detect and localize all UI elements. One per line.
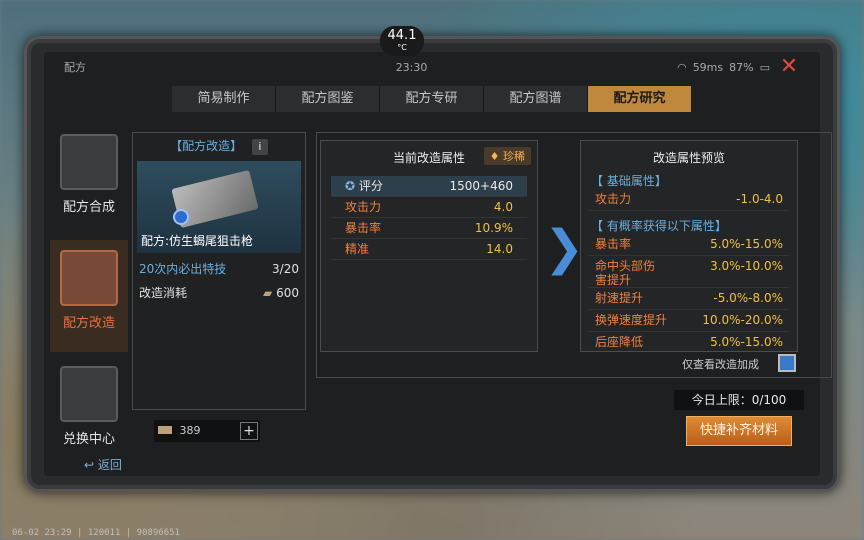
- preview-title: 改造属性预览: [652, 151, 725, 165]
- current-attributes: 当前改造属性 ♦ 珍稀 ✪ 评分 1500+460 攻击力 4.0 暴击率 10…: [320, 140, 538, 352]
- chance-section-label: 【 有概率获得以下属性】: [591, 219, 727, 233]
- clock: 23:30: [395, 60, 428, 74]
- attr-value: 14.0: [486, 242, 513, 256]
- attr-value: 5.0%-15.0%: [710, 237, 783, 251]
- tab-recipe-map[interactable]: 配方图谱: [484, 86, 588, 112]
- sidebar-item-label: 配方改造: [62, 316, 115, 331]
- attr-key: 攻击力: [595, 192, 632, 206]
- tab-recipe-study[interactable]: 配方专研: [380, 86, 484, 112]
- close-icon[interactable]: ✕: [778, 56, 800, 78]
- quality-badge-icon: [173, 209, 189, 225]
- guarantee-value: 3/20: [272, 262, 299, 276]
- preview-row: 换弹速度提升 10.0%-20.0%: [589, 310, 789, 332]
- preview-row: 暴击率 5.0%-15.0%: [589, 234, 789, 256]
- attr-value: -5.0%-8.0%: [713, 291, 783, 305]
- attr-value: 10.9%: [474, 221, 513, 235]
- battery: 87%: [729, 60, 754, 74]
- attr-key: 命中头部伤害提升: [595, 259, 656, 287]
- daily-limit: 今日上限：0/100: [674, 390, 804, 410]
- preview-attributes: 改造属性预览 【 基础属性】 攻击力 -1.0-4.0 【 有概率获得以下属性】…: [580, 140, 798, 352]
- only-view-checkbox[interactable]: [778, 354, 796, 372]
- attr-value: 1500+460: [449, 179, 514, 193]
- guarantee-row: 20次内必出特技 3/20: [133, 259, 305, 279]
- back-icon: ↩: [84, 458, 95, 472]
- sidebar: 配方合成 配方改造 兑换中心: [50, 124, 128, 454]
- machine-icon: [60, 134, 118, 190]
- attr-key: 暴击率: [345, 221, 382, 235]
- sidebar-item-label: 配方合成: [62, 200, 115, 215]
- gem-icon: ♦: [489, 150, 500, 163]
- current-rows: ✪ 评分 1500+460 攻击力 4.0 暴击率 10.9% 精准 14.0: [321, 176, 537, 260]
- preview-row: 命中头部伤害提升 3.0%-10.0%: [589, 256, 789, 288]
- sidebar-item-label: 兑换中心: [62, 432, 115, 447]
- status-right: ◠ 59ms 87% ▭: [677, 61, 770, 74]
- rarity-badge: ♦ 珍稀: [483, 147, 531, 165]
- temperature-unit: °C: [397, 43, 407, 52]
- attr-key: 后座降低: [595, 335, 644, 349]
- attr-key: 精准: [345, 242, 370, 256]
- cost-value-wrap: ▰ 600: [263, 283, 299, 303]
- tab-recipe-research[interactable]: 配方研究: [588, 86, 692, 112]
- sidebar-item-exchange[interactable]: 兑换中心: [50, 356, 128, 468]
- recipe-panel: 配方 23:30 ◠ 59ms 87% ▭ ✕ 简易制作 配方图鉴 配方专研 配…: [44, 52, 832, 476]
- card-title: 【配方改造】 i: [133, 137, 305, 155]
- preview-row: 射速提升 -5.0%-8.0%: [589, 288, 789, 310]
- attr-value: -1.0-4.0: [736, 192, 783, 206]
- preview-row: 后座降低 5.0%-15.0%: [589, 332, 789, 351]
- attr-key: ✪ 评分: [345, 179, 383, 193]
- info-icon[interactable]: i: [251, 139, 268, 155]
- chevron-right-icon: ❯: [544, 220, 585, 276]
- material-count: 389: [179, 424, 201, 437]
- attr-row: 精准 14.0: [331, 239, 527, 260]
- ping: 59ms: [692, 60, 724, 74]
- tab-bar: 简易制作 配方图鉴 配方专研 配方图谱 配方研究: [172, 86, 692, 112]
- material-icon: [158, 426, 172, 434]
- status-bar: 配方 23:30 ◠ 59ms 87% ▭: [44, 52, 820, 82]
- card-title-text: 【配方改造】: [170, 139, 243, 153]
- cost-value: 600: [276, 286, 299, 300]
- recipe-modify-card: 【配方改造】 i 配方:仿生蝎尾狙击枪 20次内必出特技 3/20 改造消耗 ▰…: [132, 132, 306, 410]
- only-view-label: 仅查看改造加成: [682, 358, 759, 371]
- back-label: 返回: [97, 458, 122, 472]
- attr-key: 射速提升: [595, 291, 644, 305]
- attr-value: 4.0: [493, 200, 513, 214]
- weapon-card[interactable]: 配方:仿生蝎尾狙击枪: [137, 161, 301, 253]
- attr-value: 10.0%-20.0%: [702, 313, 783, 327]
- tab-recipe-catalog[interactable]: 配方图鉴: [276, 86, 380, 112]
- temperature-badge: 44.1 °C: [380, 26, 424, 56]
- battery-icon: ▭: [759, 60, 770, 74]
- attr-row: 攻击力 4.0: [331, 197, 527, 218]
- cost-label: 改造消耗: [139, 286, 188, 300]
- attr-value: 3.0%-10.0%: [710, 259, 783, 273]
- attr-value: 5.0%-15.0%: [710, 335, 783, 349]
- attr-key: 暴击率: [595, 237, 632, 251]
- rarity-label: 珍稀: [503, 150, 525, 163]
- weapon-name: 配方:仿生蝎尾狙击枪: [141, 234, 254, 248]
- attr-row: 暴击率 10.9%: [331, 218, 527, 239]
- blueprint-icon: [60, 250, 118, 306]
- shopping-bag-icon: [60, 366, 118, 422]
- add-material-button[interactable]: +: [240, 422, 258, 440]
- back-button[interactable]: ↩ 返回: [84, 456, 122, 473]
- sidebar-item-synthesis[interactable]: 配方合成: [50, 124, 128, 236]
- attr-key: 换弹速度提升: [595, 313, 668, 327]
- device-info: 06-02 23:29 | 120011 | 90896651: [12, 528, 180, 538]
- attr-row: ✪ 评分 1500+460: [331, 176, 527, 197]
- cost-row: 改造消耗 ▰ 600: [133, 283, 305, 303]
- tab-simple-craft[interactable]: 简易制作: [172, 86, 276, 112]
- base-section-label: 【 基础属性】: [591, 174, 667, 188]
- quick-refill-button[interactable]: 快捷补齐材料: [686, 416, 792, 446]
- score-icon: ✪: [345, 179, 356, 193]
- wifi-icon: ◠: [677, 60, 687, 74]
- guarantee-label: 20次内必出特技: [139, 262, 227, 276]
- sidebar-item-modify[interactable]: 配方改造: [50, 240, 128, 352]
- panel-title: 配方: [64, 61, 86, 74]
- temperature-value: 44.1: [387, 28, 417, 43]
- preview-row: 攻击力 -1.0-4.0: [589, 189, 789, 211]
- material-icon: ▰: [263, 286, 273, 300]
- attr-key: 攻击力: [345, 200, 382, 214]
